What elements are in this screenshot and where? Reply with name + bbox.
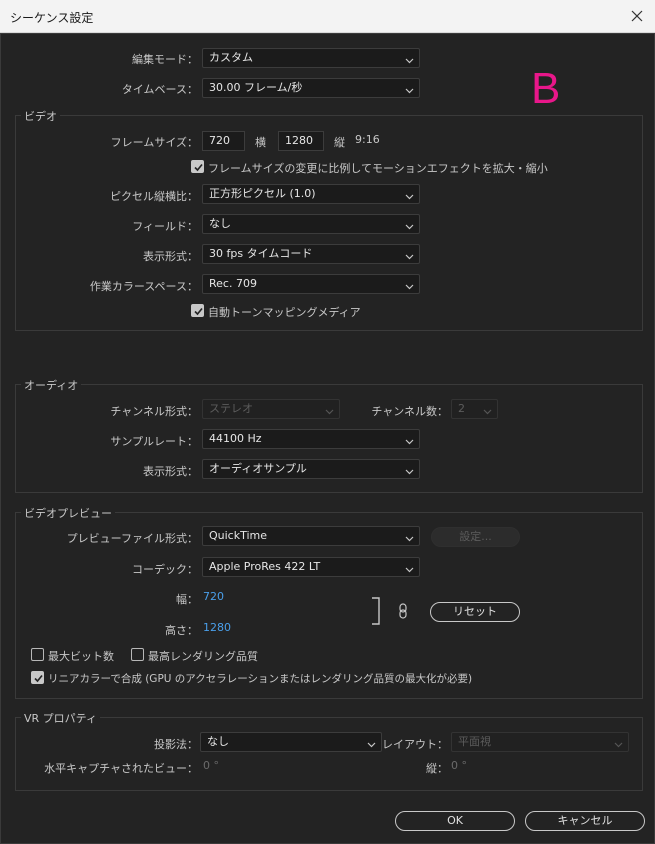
layout-value: 平面視 bbox=[458, 735, 491, 748]
projection-label: 投影法： bbox=[154, 738, 198, 751]
audio-display-format-value: オーディオサンプル bbox=[209, 462, 307, 475]
preview-width-label: 幅： bbox=[176, 593, 198, 606]
timebase-select[interactable]: 30.00 フレーム/秒 bbox=[202, 78, 420, 98]
scale-motion-label: フレームサイズの変更に比例してモーションエフェクトを拡大・縮小 bbox=[208, 162, 548, 175]
tonemap-checkbox[interactable] bbox=[191, 304, 204, 317]
audio-display-format-select[interactable]: オーディオサンプル bbox=[202, 459, 420, 479]
field-label: フィールド： bbox=[132, 220, 198, 233]
channel-format-select: ステレオ bbox=[202, 399, 340, 419]
captured-view-label: 水平キャプチャされたビュー： bbox=[44, 762, 198, 775]
codec-label: コーデック： bbox=[132, 563, 198, 576]
projection-select[interactable]: なし bbox=[200, 732, 382, 752]
timebase-value: 30.00 フレーム/秒 bbox=[209, 81, 303, 94]
chevron-down-icon bbox=[614, 737, 623, 748]
video-display-format-select[interactable]: 30 fps タイムコード bbox=[202, 244, 420, 264]
field-select[interactable]: なし bbox=[202, 214, 420, 234]
vr-section bbox=[15, 717, 643, 791]
tonemap-label: 自動トーンマッピングメディア bbox=[208, 306, 361, 319]
overlay-letter: B bbox=[531, 64, 561, 113]
video-display-format-value: 30 fps タイムコード bbox=[209, 247, 313, 260]
edit-mode-select[interactable]: カスタム bbox=[202, 48, 420, 68]
vr-vertical-value: 0 ° bbox=[451, 759, 467, 772]
chevron-down-icon bbox=[405, 219, 414, 230]
field-value: なし bbox=[209, 217, 231, 230]
pixel-aspect-label: ピクセル縦横比： bbox=[110, 190, 198, 203]
sample-rate-value: 44100 Hz bbox=[209, 432, 262, 445]
preview-file-format-select[interactable]: QuickTime bbox=[202, 526, 420, 546]
max-render-quality-label: 最高レンダリング品質 bbox=[148, 650, 258, 663]
reset-button[interactable]: リセット bbox=[430, 602, 520, 622]
projection-value: なし bbox=[207, 735, 229, 748]
vr-vertical-label: 縦： bbox=[426, 762, 448, 775]
preview-file-format-value: QuickTime bbox=[209, 529, 268, 542]
preview-height-value[interactable]: 1280 bbox=[203, 621, 231, 634]
channel-format-value: ステレオ bbox=[209, 402, 253, 415]
vertical-label: 縦 bbox=[334, 136, 345, 149]
codec-select[interactable]: Apple ProRes 422 LT bbox=[202, 557, 420, 577]
preview-width-value[interactable]: 720 bbox=[203, 590, 224, 603]
chain-link-icon[interactable] bbox=[398, 603, 408, 619]
scale-motion-checkbox[interactable] bbox=[191, 160, 204, 173]
channel-count-label: チャンネル数： bbox=[371, 405, 448, 418]
window-title: シーケンス設定 bbox=[10, 11, 94, 25]
channel-count-select: 2 bbox=[451, 399, 498, 419]
frame-height-input[interactable]: 1280 bbox=[278, 131, 324, 151]
chevron-down-icon bbox=[367, 737, 376, 748]
horizontal-label: 横 bbox=[255, 136, 266, 149]
frame-size-label: フレームサイズ： bbox=[110, 136, 198, 149]
checkmark-icon bbox=[194, 163, 203, 172]
timebase-label: タイムベース： bbox=[121, 83, 198, 96]
close-icon[interactable] bbox=[627, 6, 647, 26]
chevron-down-icon bbox=[405, 434, 414, 445]
layout-label: レイアウト： bbox=[382, 738, 448, 751]
audio-section-title: オーディオ bbox=[21, 377, 82, 393]
pixel-aspect-select[interactable]: 正方形ピクセル (1.0) bbox=[202, 184, 420, 204]
preview-height-label: 高さ： bbox=[165, 624, 198, 637]
ok-button[interactable]: OK bbox=[395, 811, 515, 831]
max-render-quality-checkbox[interactable] bbox=[131, 648, 144, 661]
chevron-down-icon bbox=[325, 404, 334, 415]
vr-section-title: VR プロパティ bbox=[21, 710, 101, 726]
chevron-down-icon bbox=[405, 249, 414, 260]
color-space-label: 作業カラースペース： bbox=[89, 280, 198, 293]
chevron-down-icon bbox=[483, 404, 492, 415]
linear-color-checkbox[interactable] bbox=[31, 671, 44, 684]
color-space-value: Rec. 709 bbox=[209, 277, 257, 290]
codec-value: Apple ProRes 422 LT bbox=[209, 560, 321, 573]
preview-settings-button: 設定... bbox=[431, 527, 520, 547]
layout-select: 平面視 bbox=[451, 732, 629, 752]
edit-mode-label: 編集モード： bbox=[132, 53, 198, 66]
max-bit-depth-checkbox[interactable] bbox=[31, 648, 44, 661]
pixel-aspect-value: 正方形ピクセル (1.0) bbox=[209, 187, 316, 200]
chevron-down-icon bbox=[405, 279, 414, 290]
sample-rate-select[interactable]: 44100 Hz bbox=[202, 429, 420, 449]
frame-width-input[interactable]: 720 bbox=[202, 131, 245, 151]
preview-file-format-label: プレビューファイル形式： bbox=[66, 532, 198, 545]
video-preview-section-title: ビデオプレビュー bbox=[21, 505, 115, 521]
captured-view-value: 0 ° bbox=[203, 759, 219, 772]
cancel-button[interactable]: キャンセル bbox=[525, 811, 645, 831]
audio-display-format-label: 表示形式： bbox=[143, 465, 198, 478]
color-space-select[interactable]: Rec. 709 bbox=[202, 274, 420, 294]
bracket-icon bbox=[371, 597, 381, 625]
chevron-down-icon bbox=[405, 464, 414, 475]
chevron-down-icon bbox=[405, 531, 414, 542]
channel-count-value: 2 bbox=[458, 402, 465, 415]
aspect-ratio-text: 9:16 bbox=[355, 133, 380, 146]
chevron-down-icon bbox=[405, 53, 414, 64]
title-bar: シーケンス設定 bbox=[0, 0, 655, 33]
chevron-down-icon bbox=[405, 189, 414, 200]
edit-mode-value: カスタム bbox=[209, 51, 253, 64]
video-section-title: ビデオ bbox=[21, 108, 60, 124]
chevron-down-icon bbox=[405, 562, 414, 573]
channel-format-label: チャンネル形式： bbox=[110, 405, 198, 418]
checkmark-icon bbox=[34, 674, 43, 683]
max-bit-depth-label: 最大ビット数 bbox=[48, 650, 114, 663]
video-display-format-label: 表示形式： bbox=[143, 250, 198, 263]
linear-color-label: リニアカラーで合成 (GPU のアクセラレーションまたはレンダリング品質の最大化… bbox=[48, 673, 473, 685]
checkmark-icon bbox=[194, 307, 203, 316]
chevron-down-icon bbox=[405, 83, 414, 94]
sample-rate-label: サンプルレート： bbox=[110, 435, 198, 448]
